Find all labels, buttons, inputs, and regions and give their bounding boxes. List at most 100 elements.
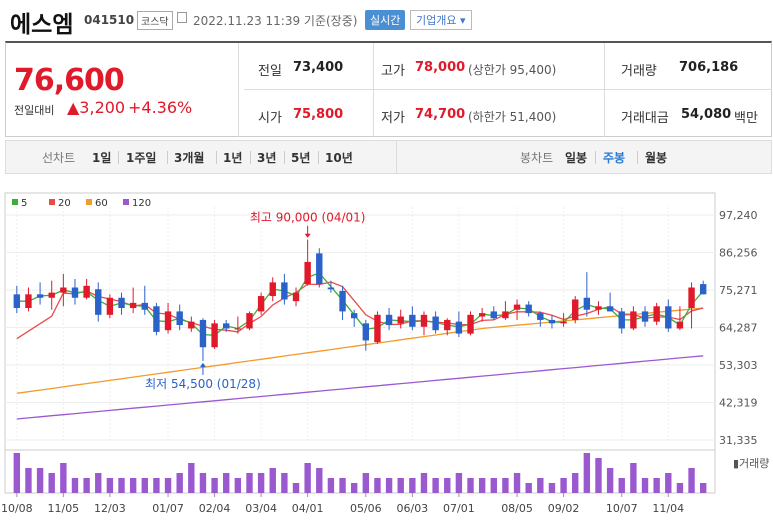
x-tick-label: 04/01 (292, 502, 324, 515)
candle-body (95, 289, 102, 315)
x-tick-label: 10/08 (1, 502, 33, 515)
stock-name: 에스엠 (10, 12, 74, 38)
volume-bar (374, 478, 381, 493)
candle-body (502, 311, 509, 319)
prev-close-label: 전일 (258, 64, 282, 79)
candle-body (397, 316, 404, 324)
candle-body (583, 297, 591, 310)
candle-body (444, 319, 451, 331)
divider (238, 43, 239, 137)
candle-chart-label: 봉차트 (520, 151, 554, 165)
y-tick-label: 31,335 (719, 434, 758, 447)
y-tick-label: 97,240 (719, 209, 758, 222)
market-badge: 코스닥 (137, 11, 173, 30)
x-tick-label: 08/05 (501, 502, 533, 515)
candle-body (537, 313, 544, 320)
divider (396, 141, 397, 173)
max-price-label: 최고 90,000 (04/01) (250, 211, 366, 225)
candle-body (13, 294, 21, 308)
candle-body (339, 290, 346, 312)
tab-1y[interactable]: 1년 (223, 149, 242, 166)
volume-bar (292, 483, 300, 493)
candle-body (118, 297, 125, 308)
candle-body (188, 321, 195, 329)
max-arrowhead (304, 233, 311, 238)
candle-body (129, 302, 137, 308)
tab-3m[interactable]: 3개월 (174, 149, 204, 166)
volume-bar (630, 463, 637, 493)
volume-bar (583, 453, 591, 493)
tab-monthly[interactable]: 월봉 (645, 149, 667, 166)
volume-bar (560, 478, 567, 493)
candle-body (141, 302, 148, 310)
candlestick-chart: 5 20 60 120 97,240 86,256 75,271 64,287 53,303 42… (1, 192, 769, 515)
y-tick-label: 42,319 (719, 397, 758, 410)
volume-bar (48, 473, 55, 493)
volume-bar (676, 483, 684, 493)
x-tick-label: 01/07 (152, 502, 184, 515)
low-label: 저가 (381, 111, 405, 126)
volume-bar (36, 468, 44, 493)
high-label: 고가 (381, 64, 405, 79)
company-overview-dropdown[interactable]: 기업개요 ▾ (410, 10, 472, 30)
candle-body (327, 287, 335, 290)
volume-bar (95, 473, 102, 493)
candle-body (246, 313, 253, 329)
legend-swatch (123, 199, 129, 205)
volume-bar (513, 473, 521, 493)
candle-body (71, 287, 79, 298)
volume-bar (420, 473, 428, 493)
volume-bar (641, 478, 649, 493)
volume-bar (339, 478, 346, 493)
x-tick-label: 10/07 (606, 502, 638, 515)
price-change: ▲3,200 (67, 98, 126, 117)
tab-1d[interactable]: 1일 (92, 149, 111, 166)
candle-body (316, 253, 323, 285)
y-tick-label: 86,256 (719, 246, 758, 259)
candle-body (257, 296, 265, 312)
volume-bar (211, 478, 218, 493)
y-tick-label: 53,303 (719, 359, 758, 372)
x-tick-label: 12/03 (94, 502, 126, 515)
volume-bar (653, 478, 660, 493)
quote-panel: 76,600 전일대비 ▲3,200 +4.36% 전일 73,400 시가 7… (5, 41, 772, 137)
volume-bar (129, 478, 137, 493)
stock-code: 041510 (84, 13, 135, 27)
candle-body (467, 314, 474, 334)
candle-body (292, 292, 300, 302)
legend-label: 5 (21, 198, 27, 209)
legend-swatch (12, 199, 18, 205)
tab-3y[interactable]: 3년 (257, 149, 276, 166)
candle-body (653, 306, 660, 322)
tab-daily[interactable]: 일봉 (565, 149, 587, 166)
realtime-button[interactable]: 실시간 (365, 10, 406, 30)
x-tick-label: 05/06 (350, 502, 382, 515)
tab-5y[interactable]: 5년 (291, 149, 310, 166)
volume-bar (327, 478, 335, 493)
tab-weekly[interactable]: 주봉 (603, 149, 625, 166)
volume-bar (467, 478, 474, 493)
volume-bar (246, 473, 253, 493)
volume-bar (83, 478, 90, 493)
candle-body (223, 323, 230, 329)
volume-bar (257, 473, 265, 493)
x-tick-label: 09/02 (548, 502, 580, 515)
upper-limit: (상한가 95,400) (468, 63, 557, 77)
candle-body (153, 306, 160, 332)
candle-body (665, 306, 672, 329)
plot-frame (4, 192, 716, 494)
quote-datetime: 2022.11.23 11:39 기준(장중) (193, 14, 358, 28)
tab-1w[interactable]: 1주일 (126, 149, 156, 166)
chart-tabs: 선차트 1일 1주일 3개월 1년 3년 5년 10년 봉차트 일봉 주봉 월봉 (5, 140, 772, 174)
low-value: 74,700 (415, 107, 466, 122)
volume-bar (490, 478, 497, 493)
candle-body (595, 306, 602, 310)
candle-body (281, 282, 288, 300)
candle-body (48, 292, 55, 298)
divider (244, 89, 772, 90)
volume-bar (537, 478, 544, 493)
volume-bar (234, 478, 242, 493)
candle-body (548, 319, 556, 324)
tab-10y[interactable]: 10년 (325, 149, 353, 166)
volume-bar (118, 478, 125, 493)
